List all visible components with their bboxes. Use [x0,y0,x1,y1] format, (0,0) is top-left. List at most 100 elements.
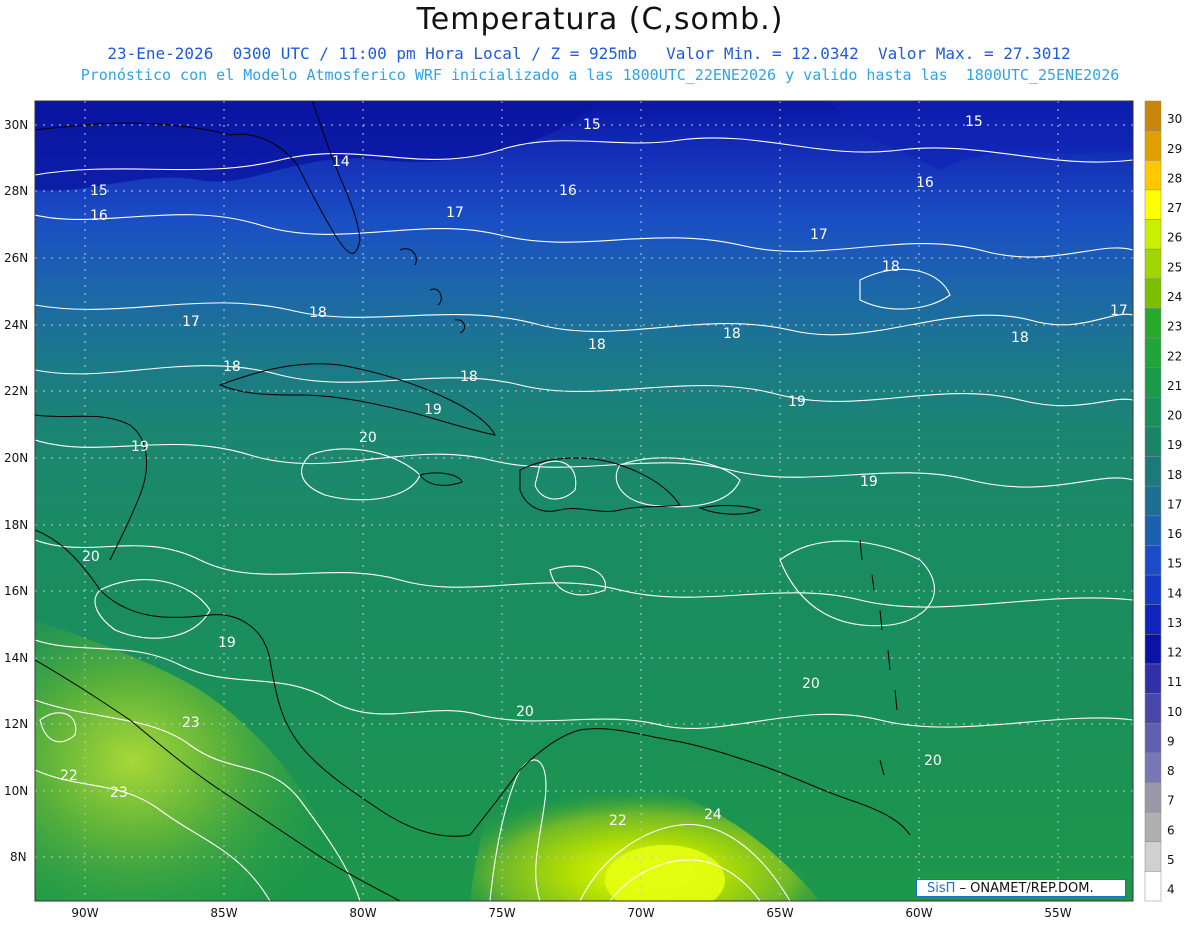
colorbar-label: 7 [1167,794,1175,808]
org-text: – ONAMET/REP.DOM. [955,881,1094,896]
lon-label: 60W [905,906,932,920]
contour-label: 15 [90,183,108,199]
colorbar-swatch [1144,634,1162,665]
colorbar-label: 6 [1167,823,1175,837]
colorbar-swatch [1144,308,1162,339]
colorbar-label: 5 [1167,853,1175,867]
colorbar-label: 23 [1167,320,1182,334]
colorbar-label: 10 [1167,705,1182,719]
contour-label: 20 [359,430,377,446]
lat-label-group: 30N 28N 26N 24N 22N 20N 18N 16N 14N 12N … [4,118,28,864]
colorbar-label: 28 [1167,171,1182,185]
lon-label: 70W [627,906,654,920]
colorbar-label: 25 [1167,260,1182,274]
colorbar-label: 21 [1167,379,1182,393]
contour-label: 23 [182,715,200,731]
colorbar-swatch [1144,456,1162,487]
colorbar-swatch [1144,367,1162,398]
colorbar-swatch [1144,397,1162,428]
contour-label: 17 [182,314,200,330]
colorbar-label: 8 [1167,764,1175,778]
lon-label: 75W [488,906,515,920]
contour-label: 19 [131,439,149,455]
colorbar-label: 11 [1167,675,1182,689]
temperature-map: 15 15 14 15 16 16 16 17 17 17 17 18 18 1… [4,100,1182,920]
hot-spot [605,845,725,901]
contour-label: 15 [583,117,601,133]
colorbar-swatch [1144,100,1162,131]
contour-label: 23 [110,785,128,801]
colorbar-swatch [1144,752,1162,783]
colorbar-swatch [1144,248,1162,280]
contour-label: 14 [332,154,350,170]
colorbar-swatch [1144,693,1162,724]
colorbar-label: 9 [1167,734,1175,748]
colorbar-swatch [1144,782,1162,813]
colorbar-swatch [1144,426,1162,457]
lat-label: 14N [4,651,28,665]
lat-label: 22N [4,384,28,398]
lon-label: 65W [766,906,793,920]
contour-label: 18 [223,359,241,375]
colorbar-swatch [1144,189,1162,220]
lat-label: 16N [4,584,28,598]
contour-label: 18 [723,326,741,342]
colorbar-swatch [1144,811,1162,842]
contour-label: 20 [924,753,942,769]
colorbar-swatch [1144,604,1162,635]
credits-badge: SisΠ – ONAMET/REP.DOM. [916,879,1126,897]
colorbar-swatch [1144,663,1162,694]
colorbar-label: 26 [1167,231,1182,245]
colorbar-swatch [1144,130,1162,161]
contour-label: 18 [1011,330,1029,346]
colorbar-swatch [1144,841,1162,872]
contour-label: 19 [860,474,878,490]
colorbar-swatch [1144,515,1162,546]
contour-label: 19 [218,635,236,651]
colorbar-swatch [1144,337,1162,368]
lat-label: 26N [4,251,28,265]
contour-label: 22 [60,768,78,784]
lon-label: 90W [71,906,98,920]
contour-label: 20 [516,704,534,720]
colorbar-label: 20 [1167,409,1182,423]
colorbar-swatch [1144,722,1162,754]
lat-label: 20N [4,451,28,465]
colorbar-label: 14 [1167,586,1182,600]
lon-label: 85W [210,906,237,920]
colorbar-label: 19 [1167,438,1182,452]
colorbar-label: 18 [1167,468,1182,482]
colorbar: 30 29 28 27 26 25 24 23 22 21 20 19 18 17 16 15 14 13 12 11… [1144,100,1182,902]
colorbar-label: 15 [1167,557,1182,571]
colorbar-swatch [1144,545,1162,576]
contour-label: 15 [965,114,983,130]
colorbar-label: 12 [1167,646,1182,660]
colorbar-swatch [1144,160,1162,191]
contour-label: 19 [788,394,806,410]
colorbar-swatch [1144,278,1162,309]
colorbar-label: 17 [1167,497,1182,511]
colorbar-label: 27 [1167,201,1182,215]
colorbar-label: 13 [1167,616,1182,630]
lat-label: 30N [4,118,28,132]
colorbar-swatch [1144,871,1162,902]
contour-label: 17 [446,205,464,221]
colorbar-label: 4 [1167,883,1175,897]
contour-label: 20 [82,549,100,565]
colorbar-swatch [1144,219,1162,250]
lon-label: 80W [349,906,376,920]
contour-label: 18 [460,369,478,385]
lat-label: 8N [10,850,27,864]
contour-label: 18 [882,259,900,275]
colorbar-label: 24 [1167,290,1182,304]
contour-label: 16 [916,175,934,191]
lat-label: 28N [4,184,28,198]
lon-label: 55W [1044,906,1071,920]
contour-label: 18 [309,305,327,321]
colorbar-label: 16 [1167,527,1182,541]
contour-label: 17 [1110,303,1128,319]
contour-label: 20 [802,676,820,692]
contour-label: 22 [609,813,627,829]
lon-label-group: 90W 85W 80W 75W 70W 65W 60W 55W [71,906,1071,920]
contour-label: 17 [810,227,828,243]
